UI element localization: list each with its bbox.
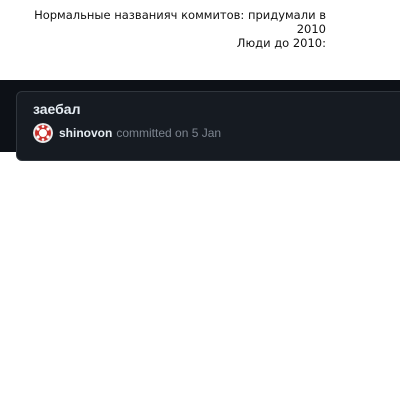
commit-author-link[interactable]: shinovon (59, 126, 112, 140)
commit-title[interactable]: заебал (33, 101, 81, 117)
commit-meta: shinovon committed on 5 Jan (33, 123, 221, 143)
meme-caption: Нормальные названияч коммитов: придумали… (12, 8, 326, 50)
avatar-icon[interactable] (33, 123, 53, 143)
commit-date-text: committed on 5 Jan (116, 126, 222, 140)
caption-line-2: 2010 (296, 22, 326, 36)
caption-line-1: Нормальные названияч коммитов: придумали… (34, 8, 326, 22)
caption-line-3: Люди до 2010: (236, 36, 326, 50)
meme-page: Нормальные названияч коммитов: придумали… (0, 0, 400, 400)
commit-list-item[interactable]: заебал shinovon committed on 5 Jan (16, 91, 400, 161)
